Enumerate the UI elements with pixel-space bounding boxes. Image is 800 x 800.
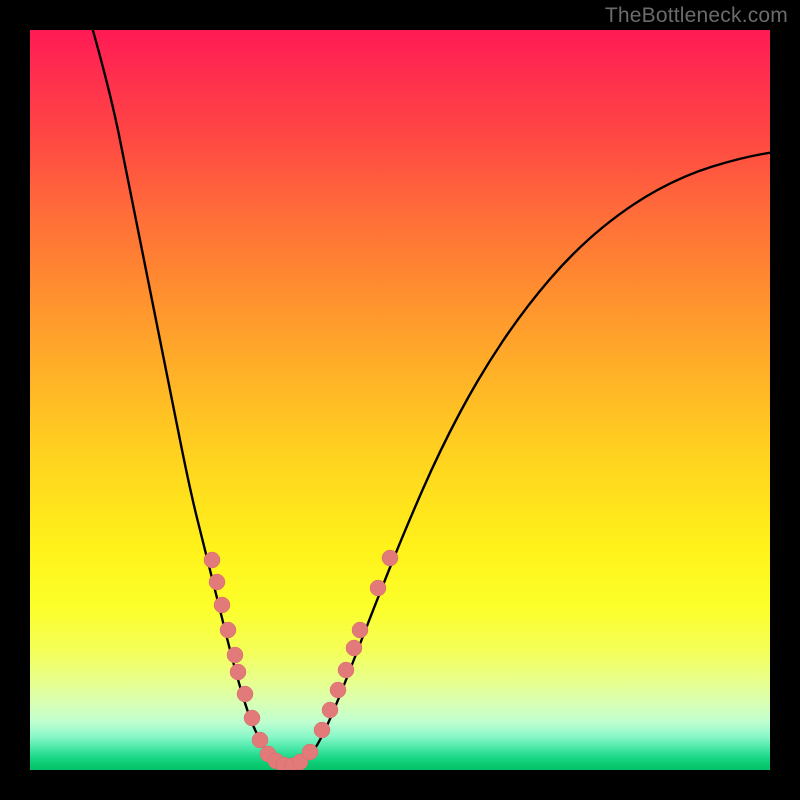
data-marker: [244, 710, 260, 726]
data-marker: [382, 550, 398, 566]
data-marker: [220, 622, 236, 638]
data-marker: [302, 744, 318, 760]
data-marker: [209, 574, 225, 590]
data-marker: [330, 682, 346, 698]
chart-svg: [30, 30, 770, 770]
data-marker: [214, 597, 230, 613]
data-markers: [204, 550, 398, 770]
bottleneck-curve: [90, 30, 770, 767]
data-marker: [338, 662, 354, 678]
data-marker: [352, 622, 368, 638]
plot-area: [30, 30, 770, 770]
data-marker: [370, 580, 386, 596]
data-marker: [314, 722, 330, 738]
watermark-label: TheBottleneck.com: [605, 4, 788, 28]
data-marker: [237, 686, 253, 702]
data-marker: [322, 702, 338, 718]
chart-frame: TheBottleneck.com: [0, 0, 800, 800]
data-marker: [252, 732, 268, 748]
data-marker: [230, 664, 246, 680]
data-marker: [227, 647, 243, 663]
data-marker: [204, 552, 220, 568]
data-marker: [346, 640, 362, 656]
